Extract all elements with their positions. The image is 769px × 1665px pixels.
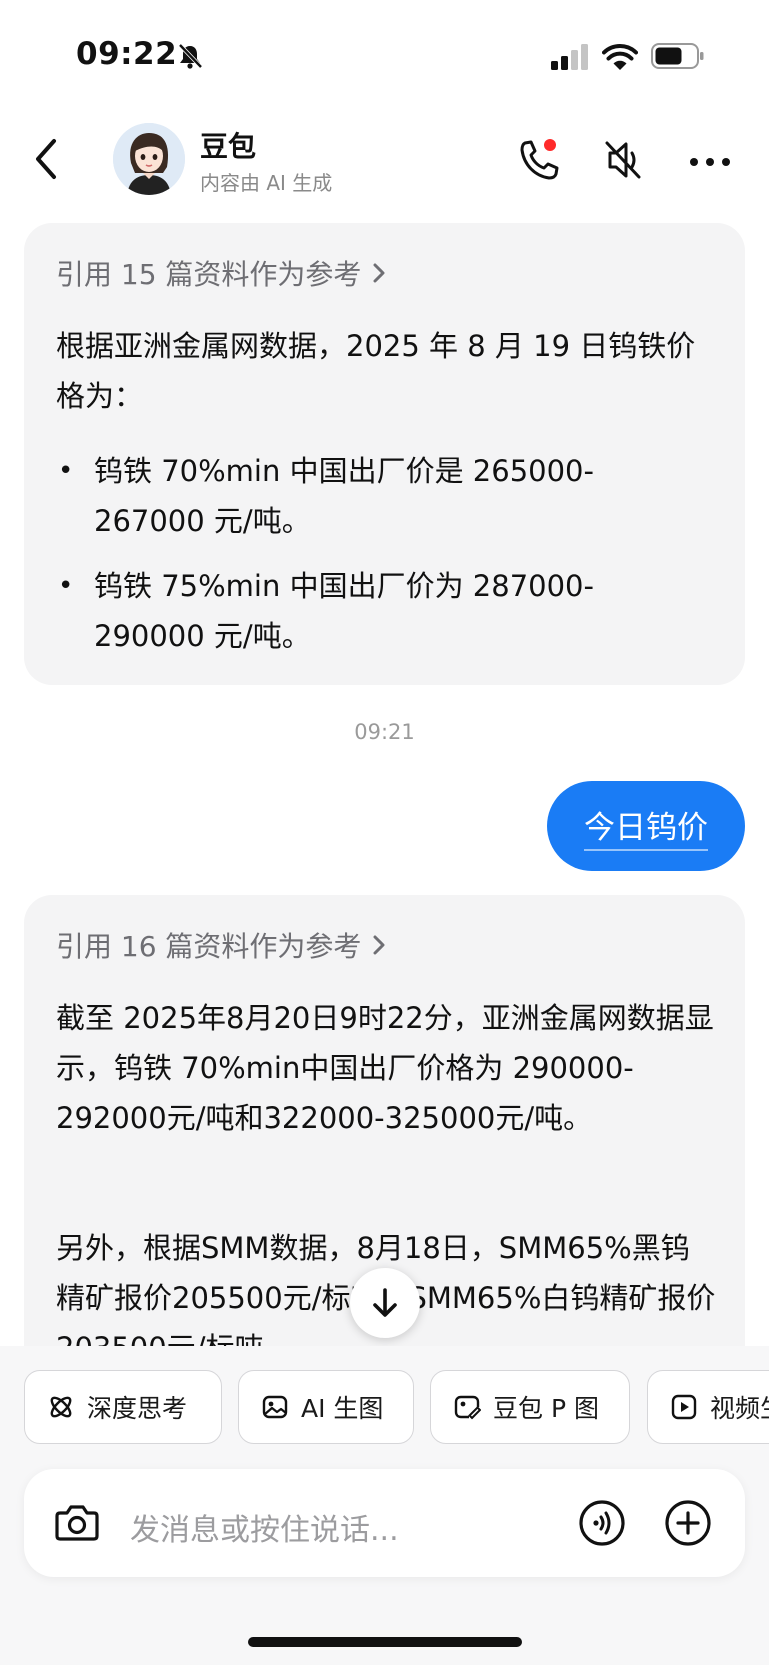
bot-message-card: 引用 15 篇资料作为参考 根据亚洲金属网数据，2025 年 8 月 19 日钨…	[24, 223, 745, 685]
user-message-text: 今日钨价	[584, 802, 708, 851]
deep-think-chip[interactable]: 深度思考	[24, 1370, 222, 1444]
chip-label: 深度思考	[87, 1394, 188, 1423]
ai-image-chip[interactable]: AI 生图	[238, 1370, 414, 1444]
bell-muted-icon	[176, 42, 204, 74]
plus-icon[interactable]	[664, 1499, 712, 1551]
bullet-item: 钨铁 75%min 中国出厂价为 287000-290000 元/吨。	[56, 561, 696, 661]
message-paragraph: 根据亚洲金属网数据，2025 年 8 月 19 日钨铁价格为：	[56, 329, 696, 413]
image-icon	[262, 1395, 288, 1419]
avatar[interactable]	[113, 123, 185, 195]
wifi-icon	[602, 43, 638, 75]
status-bar: 09:22	[0, 0, 769, 110]
reference-link[interactable]: 引用 15 篇资料作为参考	[56, 253, 389, 293]
user-message-bubble: 今日钨价	[547, 781, 745, 871]
bullet-item: 钨铁 70%min 中国出厂价是 265000-267000 元/吨。	[56, 446, 696, 546]
status-time: 09:22	[76, 36, 178, 72]
chip-label: 豆包 P 图	[493, 1394, 599, 1423]
back-arrow-icon[interactable]	[32, 137, 62, 185]
image-edit-chip[interactable]: 豆包 P 图	[430, 1370, 630, 1444]
play-icon	[671, 1394, 697, 1420]
chevron-right-icon	[373, 263, 385, 283]
quick-actions: 深度思考 AI 生图 豆包 P 图 视频生成	[0, 1370, 769, 1446]
reference-label: 引用 16 篇资料作为参考	[56, 930, 362, 963]
video-gen-chip[interactable]: 视频生成	[647, 1370, 769, 1444]
reference-label: 引用 15 篇资料作为参考	[56, 258, 362, 291]
speaker-mute-icon[interactable]	[602, 137, 644, 187]
voice-input-icon[interactable]	[578, 1499, 626, 1551]
atom-icon	[50, 1396, 72, 1418]
scroll-to-bottom-button[interactable]	[350, 1268, 420, 1338]
chevron-right-icon	[373, 935, 385, 955]
bottom-panel: 深度思考 AI 生图 豆包 P 图 视频生成	[0, 1346, 769, 1665]
bot-name: 豆包	[200, 130, 257, 163]
message-input-bar: 发消息或按住说话...	[24, 1469, 745, 1577]
camera-icon[interactable]	[54, 1501, 100, 1547]
arrow-down-icon	[373, 1288, 397, 1317]
message-timestamp: 09:21	[354, 720, 415, 744]
signal-icon	[551, 44, 591, 74]
battery-icon	[651, 42, 705, 74]
chip-label: AI 生图	[301, 1394, 384, 1423]
reference-link[interactable]: 引用 16 篇资料作为参考	[56, 925, 389, 965]
home-indicator	[248, 1637, 522, 1647]
image-edit-icon	[454, 1395, 481, 1420]
chip-label: 视频生成	[710, 1394, 769, 1423]
message-paragraph: 截至 2025年8月20日9时22分，亚洲金属网数据显示，钨铁 70%min中国…	[56, 1001, 714, 1135]
chat-header: 豆包 内容由 AI 生成	[0, 115, 769, 205]
ai-generated-note: 内容由 AI 生成	[200, 171, 333, 195]
phone-call-icon[interactable]	[516, 137, 562, 187]
message-input[interactable]: 发消息或按住说话...	[130, 1505, 399, 1549]
more-options-icon[interactable]	[688, 153, 732, 172]
